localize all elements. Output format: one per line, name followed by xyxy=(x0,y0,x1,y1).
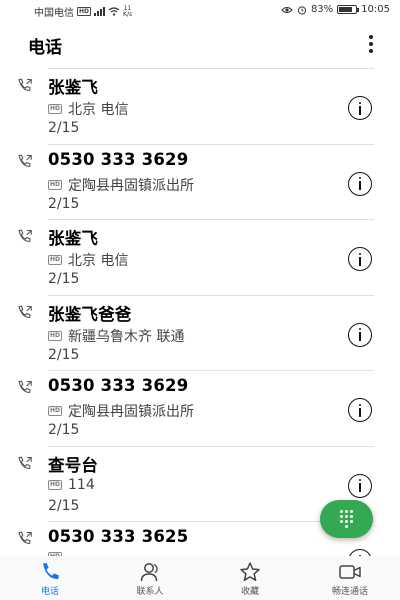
contacts-icon xyxy=(138,561,162,583)
app-header: 电话 xyxy=(0,22,400,68)
page-title: 电话 xyxy=(28,38,62,58)
call-info-button[interactable] xyxy=(348,322,372,347)
call-log-list[interactable]: 张鉴飞 HD 北京 电信 2/15 0530 333 3629 HD 定陶县冉固镇派出所 2/… xyxy=(0,68,400,556)
call-details: HD 114 xyxy=(48,477,95,493)
divider xyxy=(48,294,374,296)
hd-badge: HD xyxy=(77,7,92,16)
call-info-button[interactable] xyxy=(348,549,372,556)
alarm-icon xyxy=(297,5,307,15)
bottom-navigation: 电话 联系人 收藏 畅连通话 xyxy=(0,556,400,600)
caller-name: 张鉴飞爸爸 xyxy=(48,304,132,324)
call-date: 2/15 xyxy=(48,195,80,212)
signal-icon xyxy=(94,7,106,16)
call-details: HD 新疆乌鲁木齐 联通 xyxy=(48,326,184,346)
caller-location: 定陶县冉固镇派出所 xyxy=(68,177,195,194)
nav-tab-star[interactable]: 收藏 xyxy=(200,556,300,600)
call-info-button[interactable] xyxy=(348,473,372,498)
battery-fill xyxy=(339,7,353,12)
call-info-button[interactable] xyxy=(348,171,372,196)
hd-call-icon: HD xyxy=(48,104,63,114)
hd-call-icon: HD xyxy=(48,330,63,341)
nav-tab-video-call[interactable]: 畅连通话 xyxy=(300,556,400,600)
call-date: 2/15 xyxy=(48,120,80,136)
hd-call-icon: HD xyxy=(48,406,63,416)
divider xyxy=(48,219,374,220)
nav-label: 电话 xyxy=(40,587,59,597)
call-info-button[interactable] xyxy=(348,247,372,271)
dialpad-button[interactable] xyxy=(320,500,373,538)
outgoing-call-icon xyxy=(16,77,34,95)
phone-icon xyxy=(38,561,62,583)
nav-tab-phone[interactable]: 电话 xyxy=(0,556,100,600)
call-log-item[interactable]: 0530 333 3629 HD 定陶县冉固镇派出所 2/15 xyxy=(0,370,400,446)
status-right: 83% 10:05 xyxy=(281,4,390,15)
status-left: 中国电信 HD 11 K/s xyxy=(34,4,132,19)
nav-tab-contacts[interactable]: 联系人 xyxy=(100,556,200,600)
nav-label: 收藏 xyxy=(240,587,259,597)
divider xyxy=(48,68,374,69)
outgoing-call-icon xyxy=(16,530,34,548)
outgoing-call-icon xyxy=(16,455,34,473)
call-info-button[interactable] xyxy=(348,398,372,422)
caller-name: 0530 333 3625 xyxy=(48,527,189,546)
caller-location: 114 xyxy=(68,476,95,493)
caller-location: 新疆乌鲁木齐 联通 xyxy=(68,328,185,345)
call-date: 2/15 xyxy=(48,271,80,287)
call-details: HD 定陶县冉固镇派出所 xyxy=(48,175,194,195)
caller-name: 0530 333 3629 xyxy=(48,376,189,395)
outgoing-call-icon xyxy=(16,304,34,322)
outgoing-call-icon xyxy=(16,379,34,397)
outgoing-call-icon xyxy=(16,228,34,246)
caller-name: 张鉴飞 xyxy=(48,78,99,97)
caller-name: 0530 333 3629 xyxy=(48,149,189,169)
call-log-item[interactable]: 张鉴飞 HD 北京 电信 2/15 xyxy=(0,68,400,144)
call-details: HD 定陶县冉固镇派出所 xyxy=(48,401,194,421)
caller-name: 查号台 xyxy=(48,455,99,475)
hd-call-icon: HD xyxy=(48,179,63,190)
call-date: 2/15 xyxy=(48,497,80,514)
clock: 10:05 xyxy=(361,4,390,15)
call-info-button[interactable] xyxy=(348,96,372,120)
eye-icon xyxy=(281,6,293,13)
nav-label: 联系人 xyxy=(136,587,164,597)
data-rate-unit: K/s xyxy=(123,10,133,18)
call-details: HD 北京 电信 xyxy=(48,250,128,270)
star-icon xyxy=(238,561,262,583)
call-log-item[interactable]: 张鉴飞爸爸 HD 新疆乌鲁木齐 联通 2/15 xyxy=(0,294,400,371)
data-rate: 11 K/s xyxy=(123,5,133,18)
hd-call-icon: HD xyxy=(48,255,63,265)
more-options-icon[interactable] xyxy=(368,35,374,53)
video-call-icon xyxy=(338,561,362,583)
call-details: HD 北京 电信 xyxy=(48,99,128,119)
carrier-name: 中国电信 xyxy=(34,8,74,19)
call-date: 2/15 xyxy=(48,346,80,363)
divider xyxy=(48,370,374,371)
divider xyxy=(48,143,374,145)
call-date: 2/15 xyxy=(48,422,80,438)
call-log-item[interactable]: 0530 333 3629 HD 定陶县冉固镇派出所 2/15 xyxy=(0,143,400,220)
dialpad-icon xyxy=(340,510,353,528)
outgoing-call-icon xyxy=(16,153,34,171)
call-log-item[interactable]: 张鉴飞 HD 北京 电信 2/15 xyxy=(0,219,400,295)
wifi-icon xyxy=(108,7,120,16)
caller-location: 北京 电信 xyxy=(68,102,129,118)
caller-location: 定陶县冉固镇派出所 xyxy=(68,404,195,420)
divider xyxy=(48,445,374,447)
battery-icon xyxy=(337,5,360,14)
battery-percent: 83% xyxy=(310,4,334,15)
caller-name: 张鉴飞 xyxy=(48,229,99,248)
hd-call-icon: HD xyxy=(48,479,63,490)
status-bar: 中国电信 HD 11 K/s 83% 10:05 xyxy=(0,0,400,22)
nav-label: 畅连通话 xyxy=(331,587,368,597)
caller-location: 北京 电信 xyxy=(68,253,129,269)
